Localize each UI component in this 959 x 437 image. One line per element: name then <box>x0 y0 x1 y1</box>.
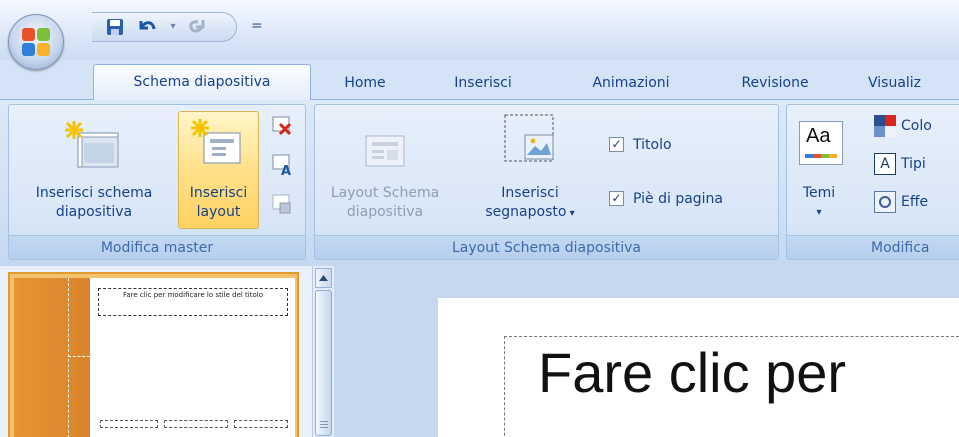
insert-placeholder-button[interactable]: Inserisci segnaposto ▾ <box>465 184 595 223</box>
workspace: Fare clic per modificare lo stile del ti… <box>0 266 959 437</box>
thumbnail-scrollbar[interactable] <box>312 266 334 437</box>
slide: Fare clic per <box>438 298 959 437</box>
themes-icon[interactable]: Aa <box>799 121 843 165</box>
thumbnail-footer-right <box>234 420 288 428</box>
footer-checkbox[interactable]: ✓ <box>609 191 624 206</box>
ribbon: Inserisci schema diapositiva Inserisci l… <box>0 100 959 266</box>
quick-access-toolbar: ▾ <box>92 12 237 42</box>
slide-title-placeholder[interactable]: Fare clic per <box>504 336 959 437</box>
colors-button[interactable]: Colo <box>901 118 932 134</box>
title-checkbox[interactable]: ✓ <box>609 137 624 152</box>
tab-revisione[interactable]: Revisione <box>722 70 828 100</box>
insert-layout-icon <box>190 117 246 173</box>
ribbon-tabs: Schema diapositiva Home Inserisci Animaz… <box>0 60 959 101</box>
undo-dropdown-icon[interactable]: ▾ <box>162 17 184 37</box>
office-button[interactable] <box>8 14 64 70</box>
scrollbar-thumb[interactable] <box>315 290 332 436</box>
fonts-icon: A <box>874 153 896 175</box>
insert-layout-label: Inserisci layout <box>189 185 248 220</box>
tab-animazioni[interactable]: Animazioni <box>570 70 692 100</box>
themes-dropdown-icon: ▾ <box>816 207 822 218</box>
slide-title-text: Fare clic per <box>538 341 847 404</box>
delete-icon[interactable] <box>271 115 293 141</box>
tab-inserisci[interactable]: Inserisci <box>437 70 529 100</box>
thumbnail-orange-band <box>14 278 90 437</box>
preserve-icon[interactable] <box>271 193 293 219</box>
fonts-button[interactable]: Tipi <box>901 156 926 172</box>
colors-icon <box>874 115 896 137</box>
layout-master-icon <box>365 135 405 171</box>
tab-visualizza[interactable]: Visualiz <box>868 70 959 100</box>
layout-master-button[interactable]: Layout Schema diapositiva <box>315 184 455 222</box>
tab-schema-diapositiva[interactable]: Schema diapositiva <box>93 64 311 101</box>
slide-master-thumbnail[interactable]: Fare clic per modificare lo stile del ti… <box>8 272 299 437</box>
tab-home[interactable]: Home <box>334 70 396 100</box>
group-title-layout-schema: Layout Schema diapositiva <box>315 235 778 259</box>
office-logo-icon <box>22 28 52 58</box>
effects-button[interactable]: Effe <box>901 194 928 210</box>
effects-icon <box>874 191 896 213</box>
rename-icon[interactable]: A <box>271 153 293 181</box>
themes-button[interactable]: Temi ▾ <box>797 184 841 222</box>
insert-placeholder-icon <box>503 113 557 171</box>
thumbnail-pane: Fare clic per modificare lo stile del ti… <box>0 266 312 437</box>
insert-slide-master-icon <box>64 119 120 175</box>
group-modifica-master: Inserisci schema diapositiva Inserisci l… <box>8 104 306 260</box>
group-layout-schema: Layout Schema diapositiva Inserisci segn… <box>314 104 779 260</box>
group-title-modifica-tema: Modifica <box>787 235 959 259</box>
svg-text:A: A <box>281 164 291 177</box>
placeholder-dropdown-icon: ▾ <box>566 208 575 219</box>
group-title-modifica-master: Modifica master <box>9 235 305 259</box>
footer-checkbox-label: Piè di pagina <box>633 191 724 207</box>
slide-canvas: Fare clic per <box>334 266 959 437</box>
group-modifica-tema: Aa Temi ▾ Colo A Tipi Effe Modifica <box>786 104 959 260</box>
title-checkbox-label: Titolo <box>633 137 672 153</box>
title-bar: ▾ = <box>0 0 959 60</box>
undo-icon[interactable] <box>136 17 158 37</box>
redo-icon[interactable] <box>186 17 208 37</box>
thumbnail-footer-center <box>164 420 228 428</box>
scroll-up-icon[interactable] <box>315 268 332 288</box>
thumbnail-footer-left <box>100 420 158 428</box>
save-icon[interactable] <box>104 17 126 37</box>
customize-toolbar-icon[interactable]: = <box>251 18 263 34</box>
insert-slide-master-button[interactable]: Inserisci schema diapositiva <box>10 184 178 222</box>
thumbnail-title-placeholder: Fare clic per modificare lo stile del ti… <box>98 288 288 316</box>
thumbnail-slide: Fare clic per modificare lo stile del ti… <box>14 278 295 437</box>
